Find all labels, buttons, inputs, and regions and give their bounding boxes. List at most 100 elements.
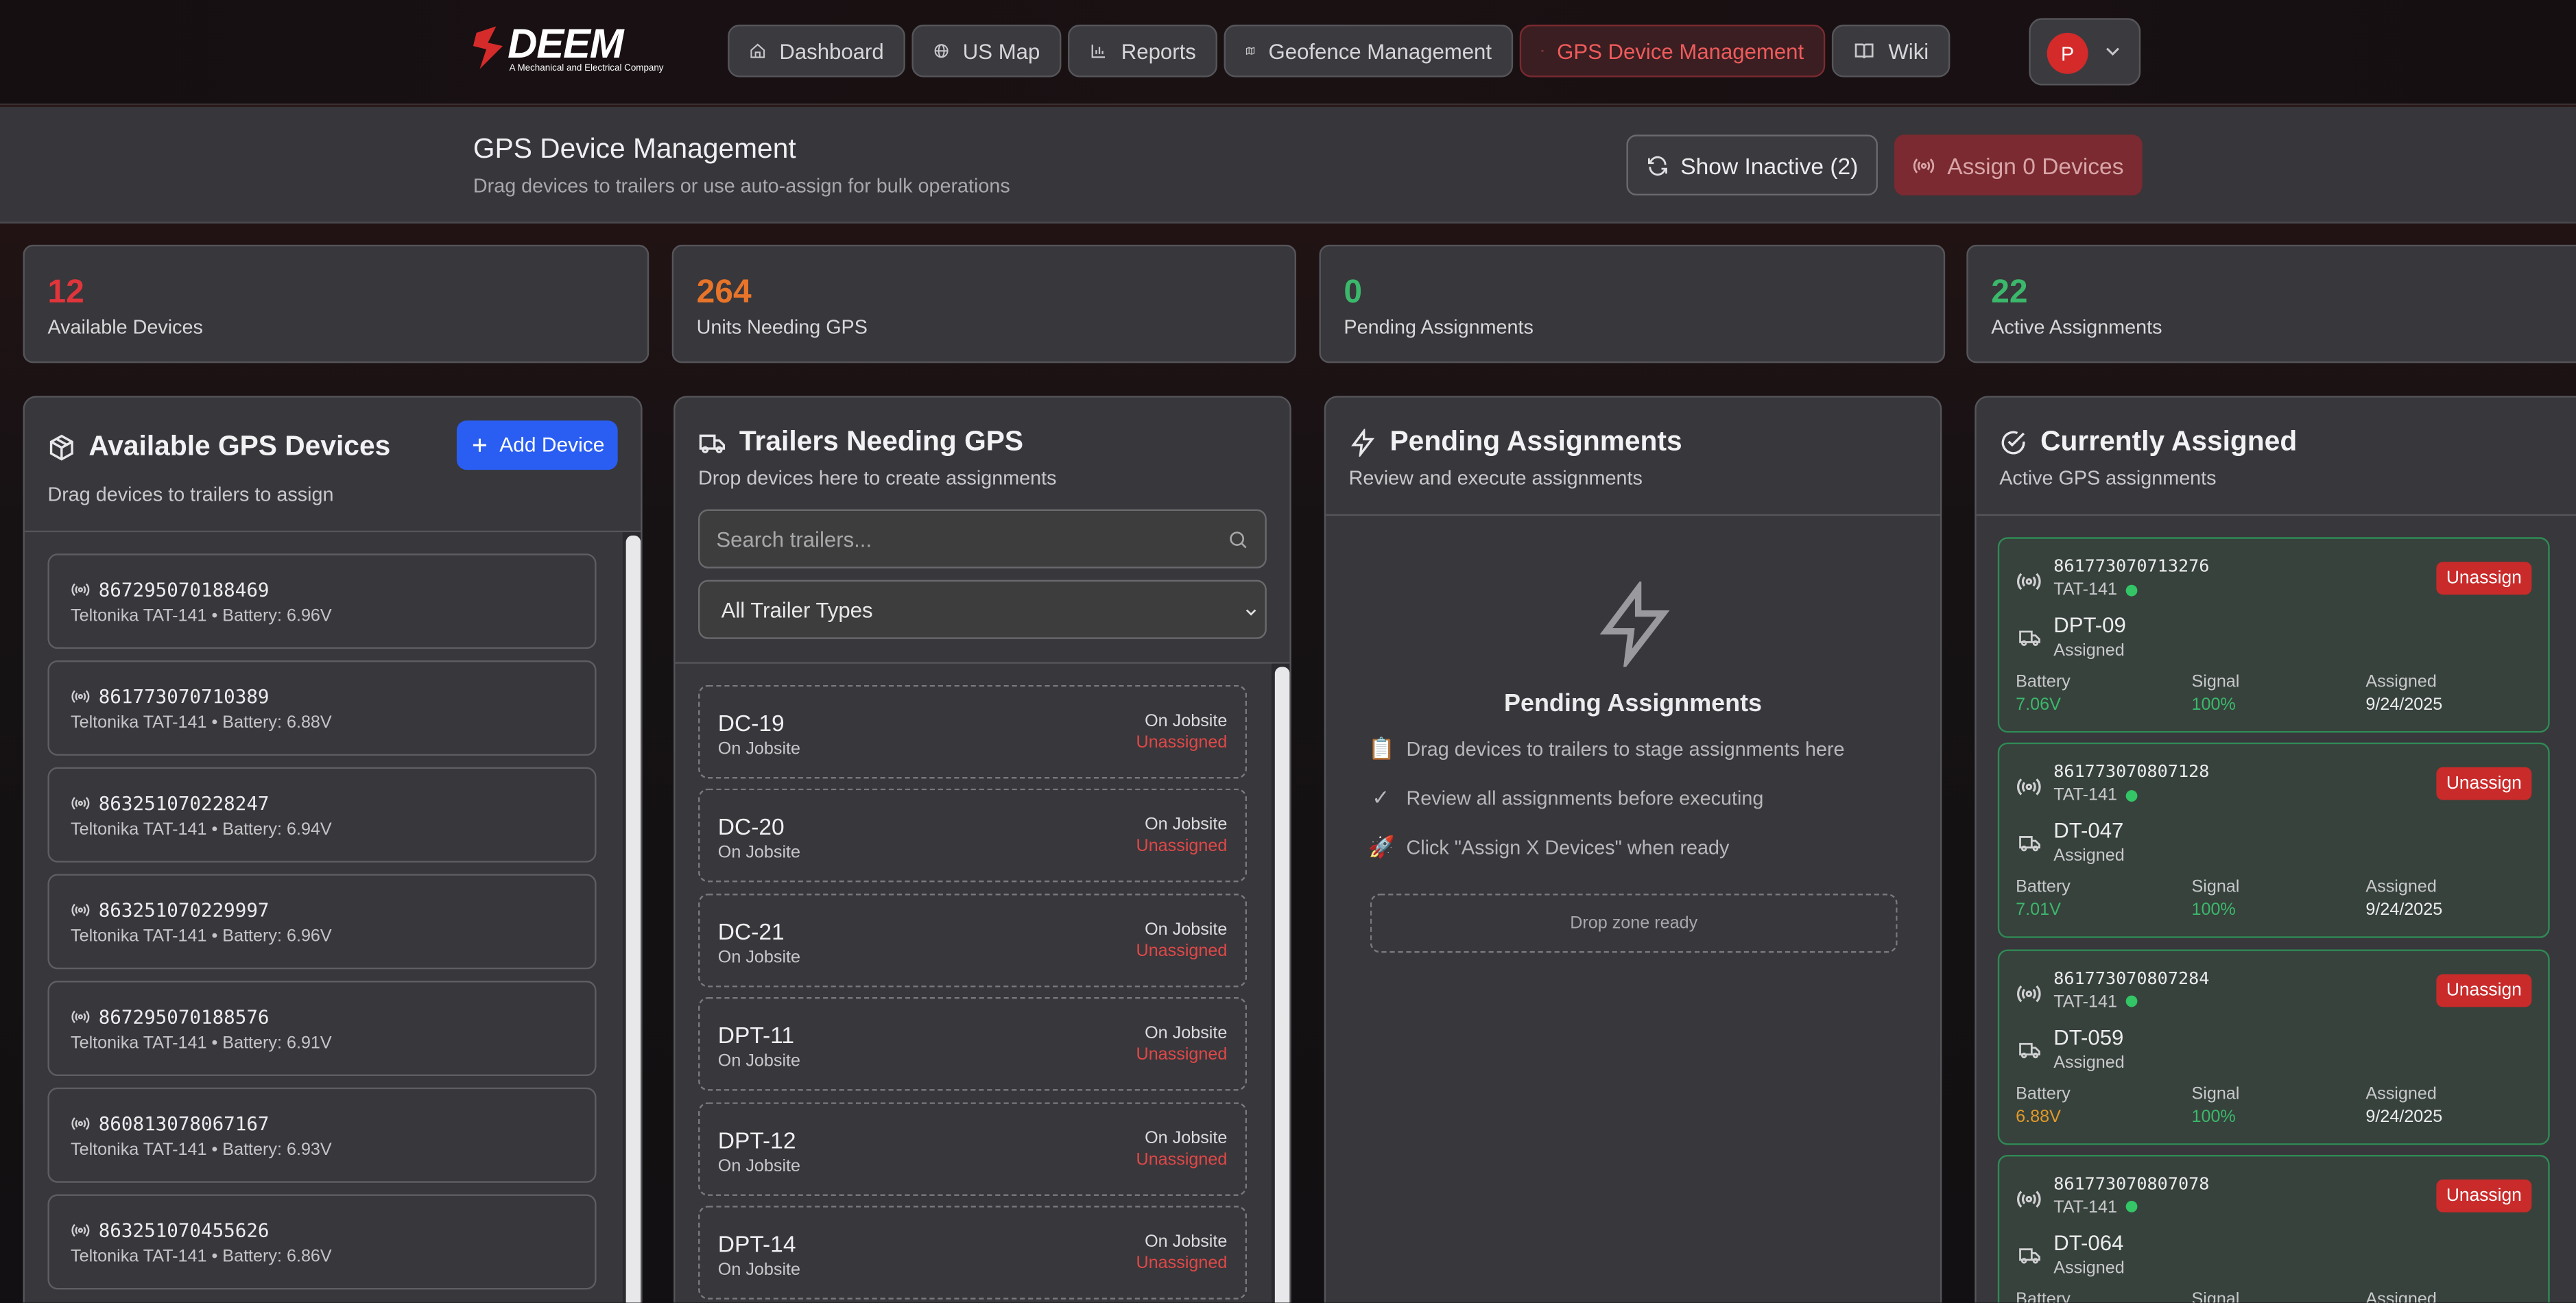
- battery-value: 6.88V: [2016, 1106, 2061, 1127]
- trailer-card[interactable]: DC-19 On Jobsite On Jobsite Unassigned: [698, 684, 1248, 779]
- radio-signal-icon: [71, 690, 90, 703]
- stat-available-devices: 12 Available Devices: [23, 244, 649, 363]
- device-id-text: 861773070710389: [98, 684, 270, 708]
- battery-value: 7.01V: [2016, 900, 2061, 921]
- chevron-down-icon: [1245, 609, 1256, 616]
- brand-logo[interactable]: DEEM A Mechanical and Electrical Company: [473, 21, 664, 79]
- user-menu[interactable]: P: [2029, 18, 2141, 86]
- device-card[interactable]: 867295070188469 Teltonika TAT-141 • Batte…: [47, 553, 597, 649]
- device-id-text: 863251070228247: [98, 791, 270, 815]
- truck-icon: [2019, 836, 2040, 852]
- device-id: 867295070188469: [71, 578, 270, 601]
- device-id: 861773070807078: [2053, 1174, 2210, 1195]
- trailer-card[interactable]: DC-21 On Jobsite On Jobsite Unassigned: [698, 893, 1248, 988]
- assigned-card: 861773070807078 TAT-141 DT-064 Assigned Unas…: [1997, 1154, 2550, 1303]
- page-subtitle: Drag devices to trailers or use auto-ass…: [473, 174, 1010, 198]
- nav-dashboard[interactable]: Dashboard: [728, 24, 905, 77]
- trailer-card[interactable]: DPT-12 On Jobsite On Jobsite Unassigned: [698, 1101, 1248, 1195]
- device-meta: Teltonika TAT-141 • Battery: 6.94V: [71, 820, 332, 840]
- assigned-label: Assigned: [2365, 671, 2437, 692]
- unassign-button[interactable]: Unassign: [2436, 973, 2532, 1007]
- unassign-button[interactable]: Unassign: [2436, 1179, 2532, 1212]
- chevron-down-icon: [2106, 47, 2119, 56]
- panel-subtitle: Drop devices here to create assignments: [698, 466, 1057, 490]
- globe-icon: [934, 44, 949, 58]
- stat-value: 264: [696, 274, 752, 311]
- model-text: TAT-141: [2053, 1197, 2117, 1217]
- model-text: TAT-141: [2053, 579, 2117, 600]
- trailer-name: DC-19: [717, 709, 785, 737]
- scrollbar-thumb[interactable]: [625, 535, 641, 1303]
- device-card[interactable]: 863251070228247 Teltonika TAT-141 • Batte…: [47, 767, 597, 863]
- trailer-location: On Jobsite: [1145, 1023, 1228, 1044]
- radio-signal-icon: [2016, 573, 2041, 590]
- radio-signal-icon: [71, 903, 90, 917]
- search-icon: [1230, 531, 1247, 549]
- assigned-date-column: Assigned 9/24/2025: [2365, 672, 2442, 715]
- battery-label: Battery: [2016, 671, 2071, 692]
- radio-signal-icon: [2016, 980, 2042, 1006]
- nav-wiki[interactable]: Wiki: [1831, 24, 1951, 77]
- device-card[interactable]: 860813078067167 Teltonika TAT-141 • Batte…: [47, 1087, 597, 1183]
- trailer-name: DPT-11: [717, 1022, 795, 1049]
- trailer-status: On Jobsite: [717, 1051, 801, 1072]
- radio-signal-icon: [1913, 157, 1935, 173]
- trailer-gps-status: Unassigned: [1136, 941, 1228, 961]
- add-device-button[interactable]: Add Device: [456, 420, 618, 470]
- device-id-text: 867295070188576: [98, 1005, 270, 1029]
- unassign-button[interactable]: Unassign: [2436, 562, 2532, 595]
- truck-icon: [2019, 1248, 2040, 1264]
- signal-column: Signal 100%: [2191, 672, 2239, 715]
- trailer-card[interactable]: DPT-14 On Jobsite On Jobsite Unassigned: [698, 1206, 1248, 1300]
- stat-pending-assignments: 0 Pending Assignments: [1319, 244, 1946, 363]
- trailer-card[interactable]: DC-20 On Jobsite On Jobsite Unassigned: [698, 789, 1248, 883]
- assignment-status: Assigned: [2053, 641, 2125, 660]
- battery-column: Battery 7.06V: [2016, 672, 2071, 715]
- drop-zone[interactable]: Drop zone ready: [1370, 894, 1898, 953]
- device-card[interactable]: 863251070455626 Teltonika TAT-141 • Batte…: [47, 1194, 597, 1290]
- trailer-name: DT-064: [2053, 1230, 2124, 1255]
- trailer-gps-status: Unassigned: [1136, 1253, 1228, 1274]
- search-trailers-input[interactable]: Search trailers...: [698, 509, 1267, 569]
- nav-geofence-management[interactable]: Geofence Management: [1224, 24, 1514, 77]
- trailer-type-select[interactable]: All Trailer Types: [698, 579, 1267, 639]
- device-card[interactable]: 861773070710389 Teltonika TAT-141 • Batte…: [47, 660, 597, 756]
- assigned-label: Assigned: [2365, 1289, 2437, 1303]
- nav-label: Reports: [1121, 38, 1196, 64]
- device-model: TAT-141: [2053, 786, 2137, 805]
- unassign-button[interactable]: Unassign: [2436, 767, 2532, 801]
- nav-label: Dashboard: [779, 38, 884, 64]
- trailer-card[interactable]: DPT-11 On Jobsite On Jobsite Unassigned: [698, 997, 1248, 1091]
- panel-title-text: Currently Assigned: [2040, 425, 2298, 457]
- nav-us-map[interactable]: US Map: [911, 24, 1062, 77]
- device-card[interactable]: 863251070229997 Teltonika TAT-141 • Batte…: [47, 874, 597, 970]
- radio-signal-icon: [2016, 1186, 2042, 1212]
- radio-signal-icon: [71, 797, 90, 810]
- hint-text: Click "Assign X Devices" when ready: [1406, 836, 1730, 859]
- plus-icon: [473, 438, 487, 452]
- device-model: TAT-141: [2053, 579, 2137, 600]
- trailer-status: On Jobsite: [717, 843, 801, 863]
- pending-dropzone-area[interactable]: Pending Assignments 📋 Drag devices to tr…: [1326, 516, 1940, 1302]
- scrollbar-thumb[interactable]: [1274, 667, 1290, 1303]
- hint-item: ✓ Review all assignments before executin…: [1368, 785, 1763, 811]
- brand-mark-icon: [473, 26, 503, 69]
- nav-reports[interactable]: Reports: [1068, 24, 1217, 77]
- device-id-text: 860813078067167: [98, 1112, 270, 1136]
- panel-header: Available GPS Devices Drag devices to tr…: [24, 398, 641, 533]
- device-model: TAT-141: [2053, 992, 2137, 1012]
- device-id-text: 863251070229997: [98, 898, 270, 922]
- nav-gps-device-management[interactable]: GPS Device Management: [1519, 24, 1826, 77]
- show-inactive-button[interactable]: Show Inactive (2): [1626, 134, 1878, 196]
- hint-item: 🚀 Click "Assign X Devices" when ready: [1368, 835, 1729, 861]
- trailer-gps-status: Unassigned: [1136, 1044, 1228, 1065]
- trailer-name: DT-059: [2053, 1024, 2124, 1049]
- device-card[interactable]: 867295070188576 Teltonika TAT-141 • Batte…: [47, 981, 597, 1076]
- add-device-label: Add Device: [499, 433, 605, 457]
- trailer-status: On Jobsite: [717, 1156, 801, 1176]
- trailer-gps-status: Unassigned: [1136, 1149, 1228, 1169]
- assign-devices-button[interactable]: Assign 0 Devices: [1894, 134, 2143, 196]
- device-id: 867295070188576: [71, 1005, 270, 1029]
- home-icon: [750, 43, 765, 58]
- trailer-location: On Jobsite: [1145, 919, 1228, 940]
